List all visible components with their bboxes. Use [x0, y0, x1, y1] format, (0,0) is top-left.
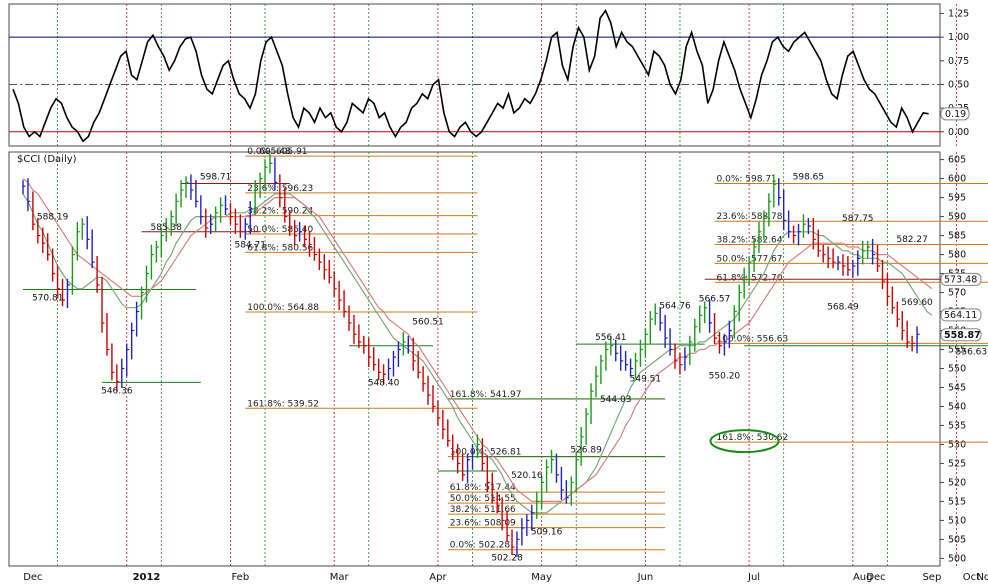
price-annotation: 502.28	[491, 554, 523, 564]
indicator-last-value: 0.19	[945, 109, 966, 120]
price-annotation: 570.81	[32, 293, 64, 303]
price-annotation: 509.16	[531, 528, 563, 538]
price-tick-label: 585	[948, 231, 966, 242]
price-annotation: 585.38	[150, 223, 182, 233]
indicator-tick-label: 1.00	[948, 32, 969, 43]
price-annotation: 598.71	[200, 172, 232, 182]
fib-level-label: 0.0%: 598.71	[717, 174, 777, 184]
price-annotation: 520.16	[511, 471, 543, 481]
fib-level-label: 100.0%: 564.88	[247, 303, 319, 313]
fib-level-label: 100.0%: 526.81	[450, 448, 522, 458]
month-label: Dec	[866, 572, 885, 583]
price-annotation: 568.49	[827, 302, 859, 312]
month-label: Apr	[429, 572, 447, 583]
price-panel: 5005055105155205255305355405455505555605…	[8, 147, 988, 583]
price-tick-label: 605	[948, 155, 966, 166]
price-tick-label: 595	[948, 193, 966, 204]
price-tick-label: 530	[948, 439, 966, 450]
price-annotation: 582.27	[896, 235, 928, 245]
price-annotation: 569.60	[901, 298, 933, 308]
price-tick-label: 540	[948, 401, 966, 412]
price-annotation: 587.75	[842, 214, 874, 224]
price-tick-label: 500	[948, 553, 966, 564]
price-tick-label: 600	[948, 174, 966, 185]
price-annotation: 564.76	[659, 301, 691, 311]
price-annotation: 548.40	[368, 379, 400, 389]
price-tick-label: 510	[948, 515, 966, 526]
month-label: Dec	[23, 572, 42, 583]
price-annotation: 588.19	[37, 212, 69, 222]
price-marker: 564.11	[944, 310, 977, 321]
fib-level-label: 23.6%: 588.78	[717, 212, 783, 222]
indicator-tick-label: 0.00	[948, 127, 969, 138]
price-marker: 558.87	[944, 330, 981, 341]
month-label: 2012	[133, 572, 161, 583]
price-tick-label: 515	[948, 496, 966, 507]
fib-level-label: 0.0%: 502.28	[450, 541, 511, 551]
indicator-tick-label: 0.75	[948, 56, 969, 67]
price-tick-label: 545	[948, 382, 966, 393]
price-annotation: 544.03	[600, 395, 632, 405]
price-annotation: 549.51	[630, 374, 662, 384]
month-label: May	[531, 572, 552, 583]
price-annotation: 556.41	[595, 333, 627, 343]
price-tick-label: 580	[948, 250, 966, 261]
indicator-tick-label: 1.25	[948, 8, 969, 19]
price-tick-label: 520	[948, 477, 966, 488]
price-annotation: 566.57	[699, 295, 731, 305]
fib-level-label: 38.2%: 582.64	[717, 236, 783, 246]
price-tick-label: 550	[948, 363, 966, 374]
fib-level-label: 50.0%: 514.55	[450, 494, 516, 504]
price-annotation: 605.48	[259, 147, 291, 157]
month-label: Jun	[637, 572, 654, 583]
price-annotation: 584.71	[234, 241, 266, 251]
chart-root: 0.000.250.500.751.001.250.19 50050551051…	[8, 3, 988, 583]
fib-level-label: 50.0%: 585.40	[247, 225, 313, 235]
price-annotation: 546.36	[101, 386, 133, 396]
fib-level-label: 161.8%: 539.52	[247, 399, 319, 409]
month-label: Mar	[330, 572, 350, 583]
price-annotation: 550.20	[709, 372, 741, 382]
price-tick-label: 570	[948, 288, 966, 299]
month-label: Sep	[922, 572, 941, 583]
indicator-tick-label: 0.50	[948, 79, 969, 90]
price-marker: 573.48	[944, 274, 977, 285]
indicator-panel: 0.000.250.500.751.001.250.19	[8, 3, 970, 147]
month-label: Nov	[976, 572, 988, 583]
indicator-frame	[8, 3, 941, 147]
chart-title: $CCI (Daily)	[17, 154, 77, 165]
month-label: Jul	[747, 572, 760, 583]
price-annotation: 560.51	[412, 318, 444, 328]
price-annotation: 598.65	[793, 173, 825, 183]
price-tick-label: 535	[948, 420, 966, 431]
fib-level-label: 38.2%: 511.66	[450, 505, 516, 515]
fib-level-label: 23.6%: 508.09	[450, 519, 516, 529]
price-annotation: 526.89	[570, 445, 602, 455]
price-annotation: 556.63	[956, 347, 988, 357]
price-tick-label: 505	[948, 534, 966, 545]
month-label: Feb	[231, 572, 249, 583]
price-tick-label: 525	[948, 458, 966, 469]
